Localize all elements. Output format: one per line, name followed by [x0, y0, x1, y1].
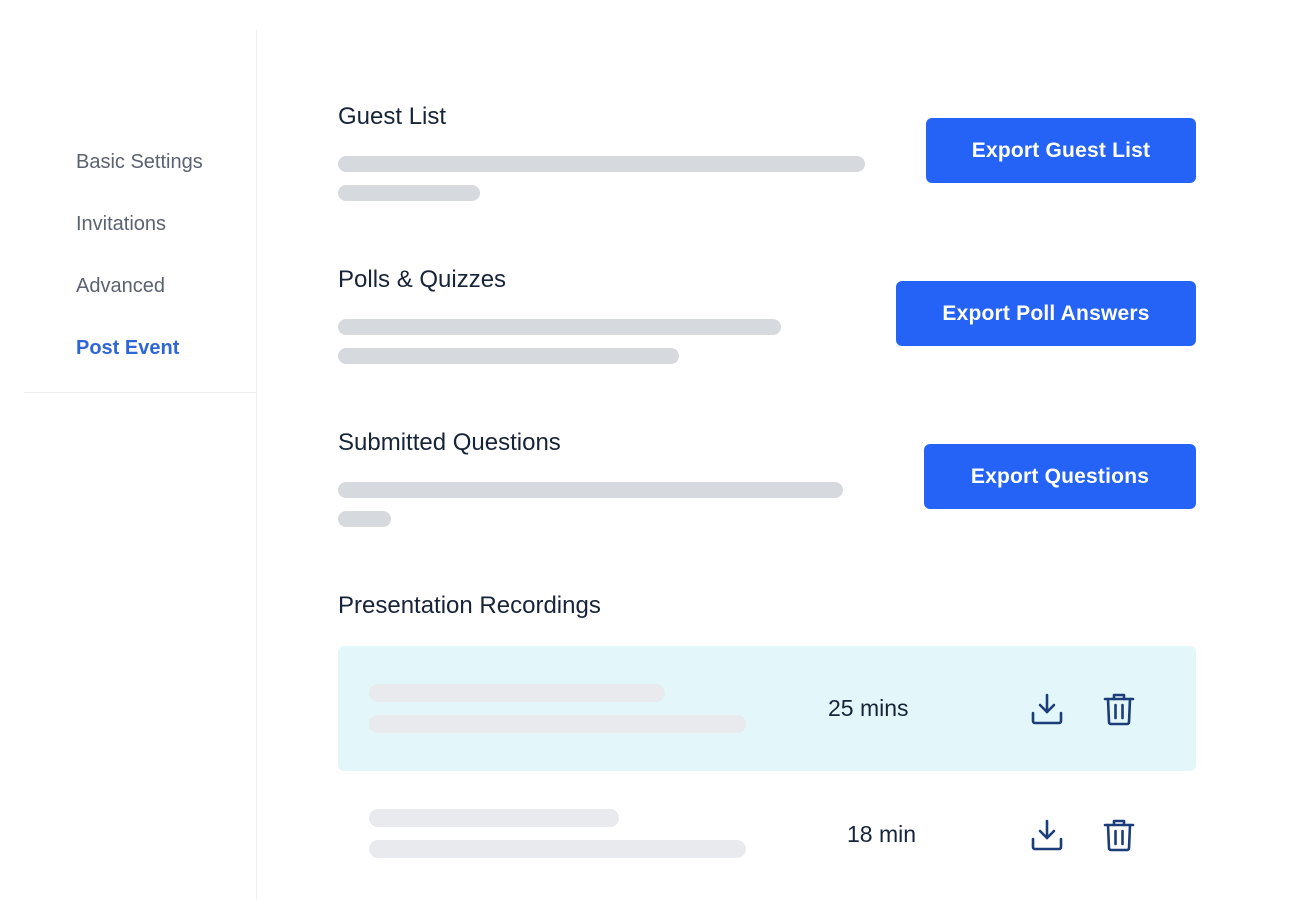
export-questions-button[interactable]: Export Questions	[924, 444, 1196, 509]
guest-list-title: Guest List	[338, 103, 447, 130]
skeleton-line	[369, 715, 746, 733]
skeleton-line	[338, 319, 781, 335]
skeleton-line	[369, 809, 619, 827]
skeleton-line	[369, 840, 746, 858]
skeleton-line	[338, 348, 679, 364]
settings-sidebar: Basic Settings Invitations Advanced Post…	[0, 0, 257, 900]
sidebar-item-advanced[interactable]: Advanced	[76, 275, 165, 298]
polls-quizzes-title: Polls & Quizzes	[338, 266, 507, 293]
export-poll-answers-button[interactable]: Export Poll Answers	[896, 281, 1196, 346]
sidebar-divider	[24, 392, 256, 393]
sidebar-item-post-event[interactable]: Post Event	[76, 337, 179, 360]
sidebar-border	[256, 30, 257, 900]
skeleton-line	[338, 511, 391, 527]
skeleton-line	[338, 185, 480, 201]
trash-icon[interactable]	[1100, 816, 1138, 854]
download-icon[interactable]	[1028, 690, 1066, 728]
download-icon[interactable]	[1028, 816, 1066, 854]
skeleton-line	[369, 684, 665, 702]
sidebar-item-basic-settings[interactable]: Basic Settings	[76, 151, 203, 174]
post-event-settings-page: Basic Settings Invitations Advanced Post…	[0, 0, 1300, 900]
skeleton-line	[338, 482, 843, 498]
submitted-questions-title: Submitted Questions	[338, 429, 561, 456]
recording-row[interactable]: 18 min	[338, 772, 1196, 897]
skeleton-line	[338, 156, 865, 172]
trash-icon[interactable]	[1100, 690, 1138, 728]
sidebar-item-invitations[interactable]: Invitations	[76, 213, 166, 236]
recording-row[interactable]: 25 mins	[338, 646, 1196, 771]
export-guest-list-button[interactable]: Export Guest List	[926, 118, 1196, 183]
recording-duration: 18 min	[847, 821, 917, 847]
presentation-recordings-title: Presentation Recordings	[338, 592, 601, 619]
recording-duration: 25 mins	[828, 695, 909, 721]
